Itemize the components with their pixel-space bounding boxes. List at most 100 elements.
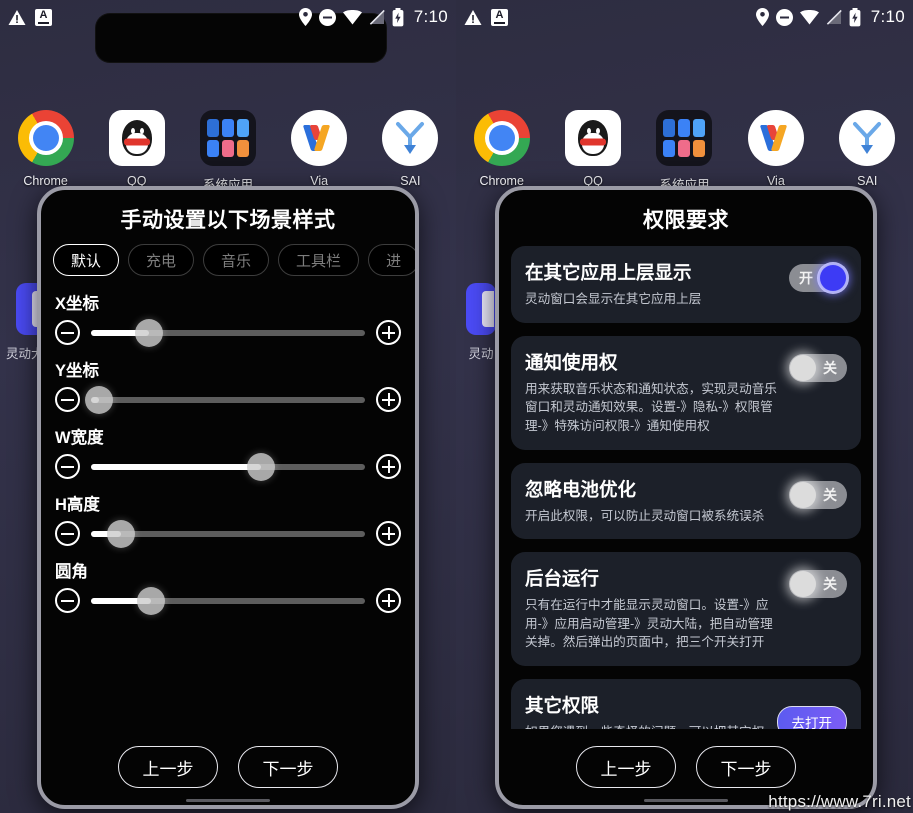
dialog-body: 在其它应用上层显示 灵动窗口会显示在其它应用上层 开 通知使用权 用来获取音乐状…	[499, 242, 873, 729]
scene-style-dialog: 手动设置以下场景样式 默认 充电 音乐 工具栏 进 X坐标 Y坐标 W宽度 H高…	[37, 186, 419, 809]
toggle-knob	[790, 481, 816, 508]
app-via[interactable]: Via	[274, 110, 365, 193]
open-other-permissions-button[interactable]: 去打开	[776, 706, 847, 729]
toggle-background-permission[interactable]: 关	[789, 570, 847, 599]
slider-row-y: Y坐标	[41, 357, 415, 414]
minus-icon[interactable]	[55, 387, 80, 412]
chip-toolbar[interactable]: 工具栏	[278, 244, 360, 276]
status-bar-right-icons: 7:10	[755, 7, 905, 27]
warning-triangle-icon	[464, 9, 482, 25]
chip-music[interactable]: 音乐	[203, 244, 270, 276]
slider-label: Y坐标	[55, 362, 100, 380]
permission-title: 通知使用权	[525, 351, 618, 373]
next-step-button[interactable]: 下一步	[696, 746, 796, 788]
slider-thumb-h[interactable]	[107, 519, 136, 548]
app-qq[interactable]: QQ	[547, 110, 638, 193]
status-bar-right-icons: 7:10	[298, 7, 448, 27]
qq-icon	[108, 110, 165, 166]
toggle-knob	[790, 354, 816, 381]
permission-card-other: 其它权限 如果您遇到一些奇怪的问题，可以把其它权限 去打开	[511, 679, 861, 729]
via-icon	[291, 110, 348, 166]
location-pin-icon	[755, 8, 769, 26]
clock: 7:10	[413, 7, 448, 26]
plus-icon[interactable]	[376, 387, 401, 412]
permission-desc: 用来获取音乐状态和通知状态，实现灵动音乐窗口和灵动通知效果。设置-》隐私-》权限…	[525, 381, 777, 433]
slider-track-radius[interactable]	[91, 586, 365, 615]
minus-icon[interactable]	[55, 320, 80, 345]
app-system-folder[interactable]: 系统应用	[639, 110, 730, 193]
permission-card-background: 后台运行 只有在运行中才能显示灵动窗口。设置-》应用-》应用启动管理-》灵动大陆…	[511, 552, 861, 666]
permission-list: 在其它应用上层显示 灵动窗口会显示在其它应用上层 开 通知使用权 用来获取音乐状…	[499, 242, 873, 729]
app-label: SAI	[400, 174, 421, 188]
chip-default[interactable]: 默认	[53, 244, 120, 276]
app-system-folder[interactable]: 系统应用	[182, 110, 273, 193]
do-not-disturb-icon	[318, 8, 336, 26]
toggle-battery-permission[interactable]: 关	[789, 480, 847, 509]
status-bar-left-icons: A	[8, 8, 52, 26]
app-lingdong-right[interactable]: 灵动	[466, 283, 496, 362]
sai-icon	[839, 110, 896, 166]
slider-thumb-radius[interactable]	[137, 586, 166, 615]
permission-desc: 只有在运行中才能显示灵动窗口。设置-》应用-》应用启动管理-》灵动大陆，把自动管…	[525, 598, 773, 650]
app-sai[interactable]: SAI	[822, 110, 913, 193]
slider-track-h[interactable]	[91, 519, 365, 548]
app-via[interactable]: Via	[730, 110, 821, 193]
battery-charging-icon	[392, 7, 404, 26]
minus-icon[interactable]	[55, 588, 80, 613]
status-bar-left-icons: A	[464, 8, 508, 26]
permission-title: 在其它应用上层显示	[525, 262, 692, 283]
scene-chip-group: 默认 充电 音乐 工具栏 进	[41, 242, 415, 280]
slider-row-radius: 圆角	[41, 558, 415, 615]
permission-card-overlay: 在其它应用上层显示 灵动窗口会显示在其它应用上层 开	[511, 246, 861, 323]
app-chrome[interactable]: Chrome	[456, 110, 547, 193]
slider-group: X坐标 Y坐标 W宽度 H高度 圆角	[41, 280, 415, 615]
dialog-title: 手动设置以下场景样式	[120, 209, 336, 232]
chrome-icon	[17, 110, 74, 166]
toggle-state-label: 关	[823, 576, 837, 593]
app-chrome[interactable]: Chrome	[0, 110, 91, 193]
toggle-overlay-permission[interactable]: 开	[789, 264, 847, 292]
do-not-disturb-icon	[775, 8, 793, 26]
toggle-notification-permission[interactable]: 关	[789, 353, 847, 382]
plus-icon[interactable]	[376, 521, 401, 546]
slider-track-x[interactable]	[91, 318, 365, 347]
slider-thumb-x[interactable]	[134, 318, 163, 347]
app-qq[interactable]: QQ	[91, 110, 182, 193]
prev-step-button[interactable]: 上一步	[118, 746, 218, 788]
lingdong-icon	[466, 283, 496, 335]
chip-charging[interactable]: 充电	[128, 244, 195, 276]
plus-icon[interactable]	[376, 320, 401, 345]
slider-track-w[interactable]	[91, 452, 365, 481]
dialog-body: 默认 充电 音乐 工具栏 进 X坐标 Y坐标 W宽度 H高度 圆角	[41, 242, 415, 729]
slider-row-h: H高度	[41, 491, 415, 548]
folder-icon	[199, 110, 256, 166]
home-app-row-left: Chrome QQ 系统应用 Via SAI	[0, 110, 456, 193]
gesture-bar	[644, 799, 728, 802]
slider-fill	[91, 463, 261, 470]
signal-off-icon	[369, 9, 385, 25]
permission-title: 忽略电池优化	[525, 478, 637, 500]
ime-a-icon: A	[491, 8, 508, 26]
minus-icon[interactable]	[55, 454, 80, 479]
chip-more[interactable]: 进	[368, 244, 415, 276]
status-bar-left: A 7:10	[0, 0, 456, 34]
plus-icon[interactable]	[376, 588, 401, 613]
qq-icon	[565, 110, 622, 166]
permission-title: 后台运行	[525, 568, 600, 590]
warning-triangle-icon	[8, 9, 26, 25]
prev-step-button[interactable]: 上一步	[576, 746, 676, 788]
plus-icon[interactable]	[376, 454, 401, 479]
app-sai[interactable]: SAI	[365, 110, 456, 193]
home-app-row-right: Chrome QQ 系统应用 Via SAI	[456, 110, 913, 193]
slider-label: W宽度	[55, 429, 104, 447]
site-watermark: https://www.7ri.net	[768, 792, 911, 811]
slider-track-y[interactable]	[85, 385, 365, 414]
wifi-icon	[342, 9, 362, 24]
slider-thumb-y[interactable]	[85, 385, 114, 414]
next-step-button[interactable]: 下一步	[238, 746, 338, 788]
slider-row-x: X坐标	[41, 290, 415, 347]
toggle-state-label: 关	[823, 486, 837, 503]
minus-icon[interactable]	[55, 521, 80, 546]
status-bar-right: A 7:10	[456, 0, 913, 34]
slider-thumb-w[interactable]	[246, 452, 275, 481]
